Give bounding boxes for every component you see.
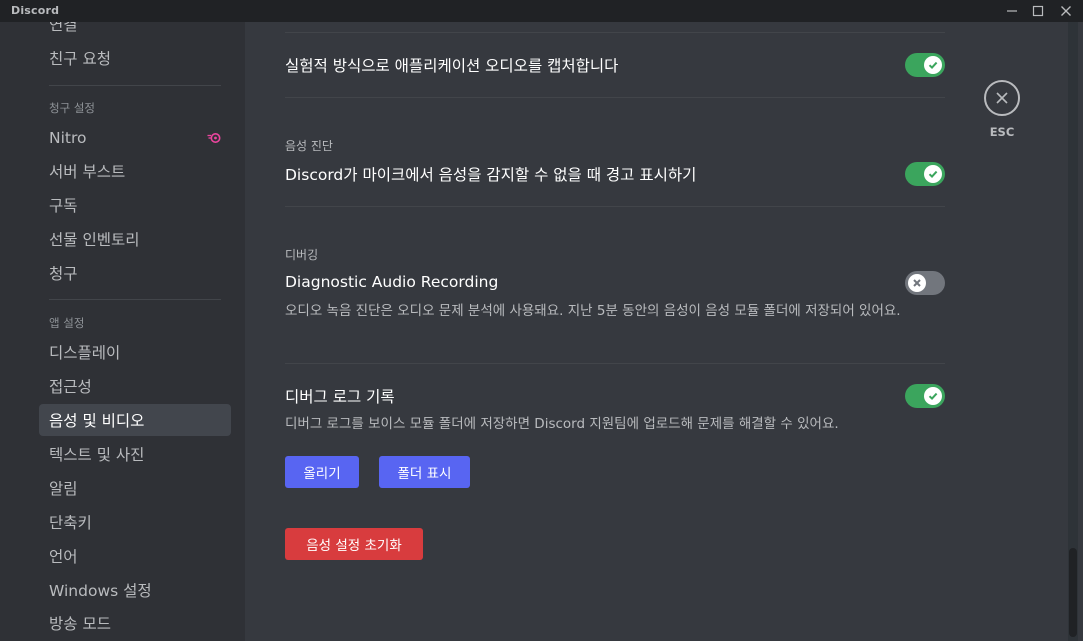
esc-label: ESC	[989, 125, 1015, 139]
reset-voice-settings-button[interactable]: 음성 설정 초기화	[285, 528, 423, 560]
sidebar-divider	[49, 299, 221, 300]
check-icon	[924, 387, 942, 405]
diagnostic-audio-recording-toggle[interactable]	[905, 271, 945, 295]
voice-diagnostics-title: Discord가 마이크에서 음성을 감지할 수 없을 때 경고 표시하기	[285, 166, 697, 184]
sidebar-item-label: Windows 설정	[49, 582, 152, 600]
debugging-header: 디버깅	[285, 248, 319, 262]
sidebar-item-label: 청구	[49, 265, 78, 283]
scrollbar-thumb[interactable]	[1069, 548, 1077, 637]
billing-settings-header: 청구 설정	[49, 101, 95, 115]
sidebar-item-label: 디스플레이	[49, 344, 121, 362]
section-divider	[285, 206, 945, 207]
debug-log-description: 디버그 로그를 보이스 모듈 폴더에 저장하면 Discord 지원팀에 업로드…	[285, 416, 839, 432]
close-circle-icon[interactable]	[984, 80, 1020, 116]
sidebar-item-billing[interactable]: 청구	[39, 257, 231, 289]
sidebar-item-label: 구독	[49, 197, 78, 215]
section-divider	[285, 32, 945, 33]
voice-diagnostics-header: 음성 진단	[285, 139, 333, 153]
title-bar: Discord	[0, 0, 1083, 22]
diagnostic-audio-recording-title: Diagnostic Audio Recording	[285, 273, 499, 291]
check-icon	[924, 165, 942, 183]
voice-video-settings-panel: 실험적 방식으로 애플리케이션 오디오를 캡처합니다 음성 진단 Discord…	[245, 22, 1083, 641]
close-icon[interactable]	[1052, 0, 1080, 22]
app-title: Discord	[11, 4, 60, 17]
sidebar-item-label: 텍스트 및 사진	[49, 446, 145, 464]
show-folder-button[interactable]: 폴더 표시	[379, 456, 470, 488]
nitro-icon	[207, 131, 221, 145]
minimize-icon[interactable]	[998, 0, 1026, 22]
sidebar-item-label: 연결	[49, 22, 78, 34]
sidebar-divider	[49, 85, 221, 86]
check-icon	[924, 56, 942, 74]
sidebar-item-label: 친구 요청	[49, 50, 111, 68]
sidebar-item-gift-inventory[interactable]: 선물 인벤토리	[39, 223, 231, 255]
sidebar-item-label: 알림	[49, 480, 78, 498]
section-divider	[285, 363, 945, 364]
maximize-icon[interactable]	[1024, 0, 1052, 22]
x-icon	[908, 274, 926, 292]
sidebar-item-label: 방송 모드	[49, 615, 111, 633]
debug-log-toggle[interactable]	[905, 384, 945, 408]
sidebar-item-display[interactable]: 디스플레이	[39, 336, 231, 368]
diagnostic-audio-recording-description: 오디오 녹음 진단은 오디오 문제 분석에 사용돼요. 지난 5분 동안의 음성…	[285, 303, 901, 319]
sidebar-item-label: 서버 부스트	[49, 163, 126, 181]
sidebar-item-label: 언어	[49, 548, 78, 566]
capture-audio-title: 실험적 방식으로 애플리케이션 오디오를 캡처합니다	[285, 57, 619, 75]
sidebar-item-text-images[interactable]: 텍스트 및 사진	[39, 438, 231, 470]
sidebar-item-label: 음성 및 비디오	[49, 412, 145, 430]
sidebar-item-label: Nitro	[49, 129, 87, 147]
sidebar-item-windows-settings[interactable]: Windows 설정	[39, 574, 231, 606]
debug-log-title: 디버그 로그 기록	[285, 388, 395, 406]
voice-diagnostics-toggle[interactable]	[905, 162, 945, 186]
sidebar-item-label: 접근성	[49, 378, 92, 396]
app-settings-header: 앱 설정	[49, 316, 85, 330]
settings-sidebar: 연결 친구 요청 청구 설정 Nitro 서버 부스트 구독 선물 인벤토리 청…	[0, 22, 245, 641]
capture-audio-toggle[interactable]	[905, 53, 945, 77]
sidebar-item-subscriptions[interactable]: 구독	[39, 189, 231, 221]
sidebar-item-server-boost[interactable]: 서버 부스트	[39, 155, 231, 187]
sidebar-item-accessibility[interactable]: 접근성	[39, 370, 231, 402]
upload-button[interactable]: 올리기	[285, 456, 359, 488]
sidebar-item-voice-video[interactable]: 음성 및 비디오	[39, 404, 231, 436]
sidebar-item-friend-requests[interactable]: 친구 요청	[39, 42, 231, 74]
sidebar-item-connections[interactable]: 연결	[39, 22, 231, 40]
sidebar-item-language[interactable]: 언어	[39, 540, 231, 572]
sidebar-item-nitro[interactable]: Nitro	[39, 122, 231, 154]
esc-close[interactable]: ESC	[984, 80, 1022, 139]
sidebar-item-label: 선물 인벤토리	[49, 231, 140, 249]
sidebar-item-streamer-mode[interactable]: 방송 모드	[39, 607, 231, 639]
section-divider	[285, 97, 945, 98]
sidebar-item-label: 단축키	[49, 514, 92, 532]
sidebar-item-notifications[interactable]: 알림	[39, 472, 231, 504]
sidebar-item-keybinds[interactable]: 단축키	[39, 506, 231, 538]
